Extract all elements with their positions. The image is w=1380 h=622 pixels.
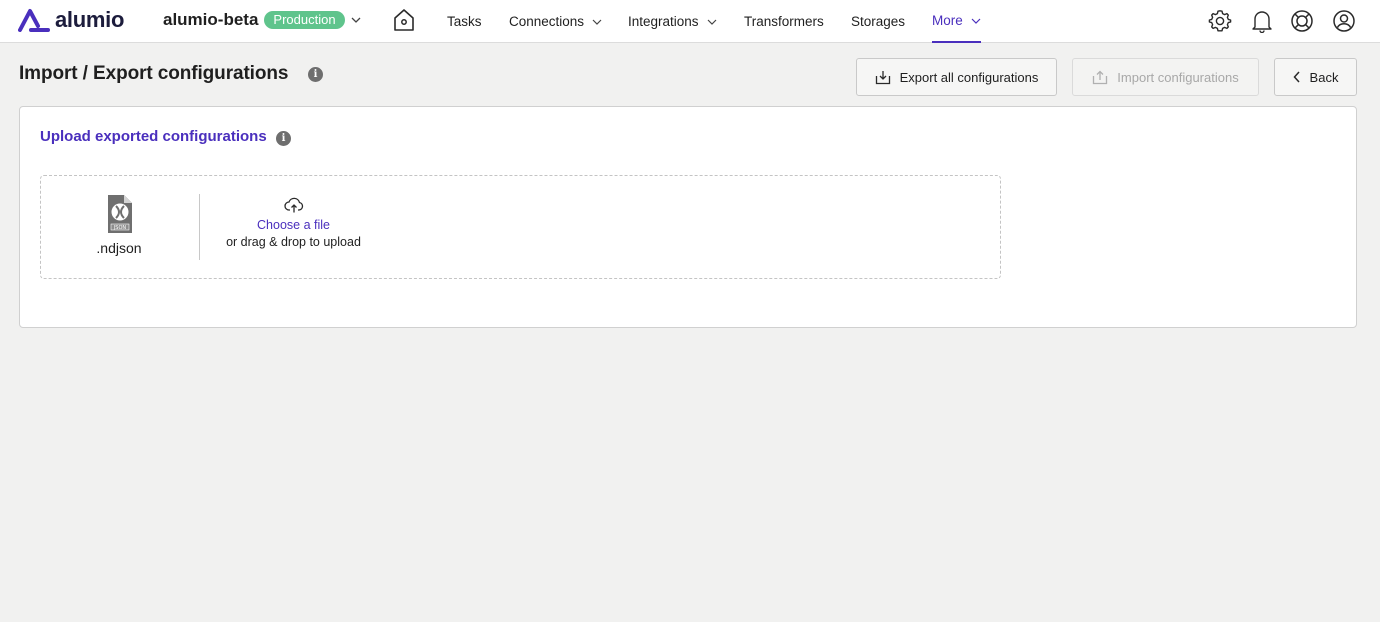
alumio-logo-icon [18, 9, 50, 32]
chevron-down-icon [351, 17, 361, 23]
help-icon[interactable] [1289, 8, 1315, 34]
upload-prompt: Choose a file or drag & drop to upload [216, 196, 371, 249]
cloud-upload-icon [283, 197, 303, 213]
import-button[interactable]: Import configurations [1072, 58, 1259, 96]
environment-switcher[interactable]: alumio-beta Production [163, 8, 361, 32]
info-icon[interactable]: i [276, 131, 291, 146]
dropzone-divider [199, 194, 200, 260]
upload-section-title: Upload exported configurations [40, 128, 267, 145]
nav-tasks-label: Tasks [447, 14, 482, 29]
gear-icon[interactable] [1207, 8, 1233, 34]
alumio-logo[interactable]: alumio [18, 8, 124, 32]
nav-more[interactable]: More [932, 0, 981, 43]
nav-transformers-label: Transformers [744, 14, 824, 29]
export-all-label: Export all configurations [899, 69, 1039, 85]
nav-connections[interactable]: Connections [509, 0, 602, 43]
chevron-down-icon [707, 19, 717, 25]
nav-tasks[interactable]: Tasks [447, 0, 482, 43]
info-icon[interactable]: i [308, 67, 323, 82]
nav-integrations[interactable]: Integrations [628, 0, 717, 43]
chevron-down-icon [592, 19, 602, 25]
download-icon [875, 69, 891, 85]
upload-icon [1092, 69, 1108, 85]
file-type-indicator: JSON .ndjson [91, 194, 147, 256]
svg-text:JSON: JSON [113, 225, 127, 231]
home-icon[interactable] [393, 8, 415, 37]
export-all-button[interactable]: Export all configurations [856, 58, 1057, 96]
bell-icon[interactable] [1249, 8, 1275, 34]
json-file-icon: JSON [108, 195, 132, 233]
nav-storages[interactable]: Storages [851, 0, 905, 43]
user-icon[interactable] [1331, 8, 1357, 34]
chevron-down-icon [971, 18, 981, 24]
environment-name: alumio-beta [163, 10, 259, 29]
import-label: Import configurations [1117, 69, 1239, 85]
nav-connections-label: Connections [509, 14, 585, 29]
upload-card: Upload exported configurations i JSON .n… [19, 106, 1357, 328]
top-navigation-bar: alumio alumio-beta Production Tasks Conn… [0, 0, 1380, 43]
nav-integrations-label: Integrations [628, 14, 699, 29]
back-button[interactable]: Back [1274, 58, 1357, 96]
file-dropzone[interactable]: JSON .ndjson Choose a file or drag & dro… [40, 175, 1001, 279]
environment-badge: Production [264, 11, 345, 29]
file-type-label: .ndjson [96, 240, 142, 256]
nav-transformers[interactable]: Transformers [744, 0, 824, 43]
page-title: Import / Export configurations [19, 63, 289, 84]
nav-storages-label: Storages [851, 14, 906, 29]
drag-drop-hint: or drag & drop to upload [226, 235, 361, 249]
back-label: Back [1309, 69, 1339, 85]
logo-text: alumio [55, 7, 125, 32]
chevron-left-icon [1293, 71, 1301, 83]
nav-more-label: More [932, 13, 963, 28]
choose-file-link[interactable]: Choose a file [216, 218, 371, 232]
